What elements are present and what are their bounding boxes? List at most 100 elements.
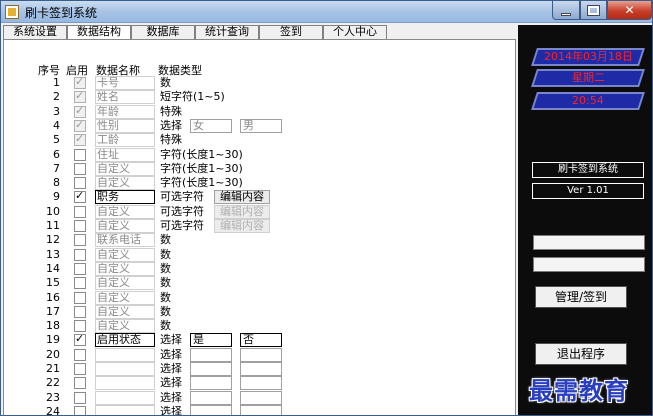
version-label: Ver 1.01 xyxy=(532,183,644,199)
option-1-input[interactable]: 女 xyxy=(190,118,232,133)
field-name-input[interactable]: 自定义 xyxy=(95,261,155,276)
field-row: 23 选择 xyxy=(4,390,514,405)
enable-checkbox xyxy=(74,104,86,118)
enable-checkbox[interactable] xyxy=(74,305,86,318)
field-name-input[interactable]: 姓名 xyxy=(95,90,155,105)
field-name-input[interactable]: 联系电话 xyxy=(95,233,155,248)
enable-checkbox[interactable] xyxy=(74,234,86,247)
field-name-input[interactable]: 职务 xyxy=(95,190,155,205)
field-type-label: 选择 xyxy=(160,404,182,416)
enable-checkbox[interactable] xyxy=(74,291,86,304)
enable-checkbox[interactable] xyxy=(74,405,86,415)
row-number: 23 xyxy=(46,390,60,404)
close-button[interactable]: ✕ xyxy=(607,1,652,20)
field-name-input[interactable]: 自定义 xyxy=(95,176,155,191)
enable-checkbox[interactable] xyxy=(74,148,86,161)
enable-checkbox[interactable] xyxy=(74,363,86,375)
manage-sign-in-button[interactable]: 管理/签到 xyxy=(535,286,627,308)
enable-checkbox[interactable] xyxy=(74,248,86,261)
exit-button[interactable]: 退出程序 xyxy=(535,343,627,365)
enable-checkbox[interactable] xyxy=(74,320,86,333)
field-name-input[interactable]: 启用状态 xyxy=(95,333,155,348)
field-name-input[interactable]: 自定义 xyxy=(95,219,155,233)
enable-checkbox[interactable] xyxy=(74,205,86,218)
option-2-input[interactable] xyxy=(240,376,282,391)
field-type-label: 数 xyxy=(160,290,171,304)
option-2-input[interactable] xyxy=(240,404,282,415)
enable-checkbox[interactable] xyxy=(74,162,86,175)
option-1-input[interactable] xyxy=(190,347,232,362)
date-display: 2014年03月18日 xyxy=(531,48,645,66)
field-name-input[interactable]: 自定义 xyxy=(95,276,155,291)
field-name-input[interactable]: 自定义 xyxy=(95,290,155,305)
field-name-input[interactable]: 自定义 xyxy=(95,204,155,219)
field-type-label: 字符(长度1~30) xyxy=(160,161,243,175)
field-name-input[interactable] xyxy=(95,390,155,405)
title-bar[interactable]: 刷卡签到系统 ✕ xyxy=(1,1,652,23)
tab-data-structure[interactable]: 数据结构 xyxy=(67,25,131,39)
enable-checkbox[interactable] xyxy=(74,348,86,361)
card-input[interactable] xyxy=(533,235,645,250)
option-1-input[interactable] xyxy=(190,376,232,391)
password-input[interactable] xyxy=(533,257,645,272)
enable-checkbox[interactable] xyxy=(74,332,86,347)
field-name-input[interactable]: 住址 xyxy=(95,147,155,162)
enable-checkbox[interactable] xyxy=(74,262,86,275)
option-2-input[interactable]: 男 xyxy=(240,118,282,133)
enable-checkbox xyxy=(74,132,86,147)
option-2-input[interactable] xyxy=(240,347,282,362)
edit-content-button[interactable]: 编辑内容 xyxy=(214,219,270,233)
row-number: 8 xyxy=(53,176,60,190)
field-name-input[interactable]: 性别 xyxy=(95,118,155,133)
enable-checkbox[interactable] xyxy=(74,277,86,290)
row-number: 5 xyxy=(53,133,60,147)
option-1-input[interactable] xyxy=(190,404,232,415)
option-1-input[interactable] xyxy=(190,390,232,405)
field-name-input[interactable]: 自定义 xyxy=(95,304,155,319)
tab-statistics[interactable]: 统计查询 xyxy=(195,25,259,39)
option-1-input[interactable]: 是 xyxy=(190,333,232,348)
field-type-label: 特殊 xyxy=(160,133,182,147)
tab-system-settings[interactable]: 系统设置 xyxy=(3,25,67,39)
edit-content-button[interactable]: 编辑内容 xyxy=(214,204,270,219)
tab-sign-in[interactable]: 签到 xyxy=(259,25,323,39)
enable-checkbox[interactable] xyxy=(74,189,86,204)
field-name-input[interactable] xyxy=(95,347,155,362)
maximize-button[interactable] xyxy=(580,1,607,20)
row-number: 14 xyxy=(46,261,60,275)
field-name-input[interactable]: 自定义 xyxy=(95,247,155,262)
field-name-input[interactable]: 自定义 xyxy=(95,319,155,334)
field-row: 4 性别选择女男 xyxy=(4,118,514,133)
field-type-label: 数 xyxy=(160,261,171,275)
tab-database[interactable]: 数据库 xyxy=(131,25,195,39)
option-2-input[interactable] xyxy=(240,390,282,405)
enable-checkbox xyxy=(74,118,86,132)
app-name-label: 刷卡签到系统 xyxy=(532,162,644,178)
edit-content-button[interactable]: 编辑内容 xyxy=(214,190,270,205)
enable-checkbox[interactable] xyxy=(74,177,86,190)
field-name-input[interactable]: 年龄 xyxy=(95,104,155,119)
field-name-input[interactable]: 卡号 xyxy=(95,76,155,90)
option-1-input[interactable] xyxy=(190,362,232,376)
enable-checkbox[interactable] xyxy=(74,377,86,390)
field-name-input[interactable] xyxy=(95,376,155,391)
field-name-input[interactable] xyxy=(95,362,155,376)
enable-checkbox[interactable] xyxy=(74,220,86,232)
minimize-icon xyxy=(561,12,571,16)
row-number: 17 xyxy=(46,304,60,318)
field-type-label: 数 xyxy=(160,276,171,290)
field-row: 14 自定义数 xyxy=(4,261,514,276)
row-number: 6 xyxy=(53,147,60,161)
field-type-label: 选择 xyxy=(160,118,182,132)
row-number: 9 xyxy=(53,190,60,204)
option-2-input[interactable] xyxy=(240,362,282,376)
field-type-label: 选择 xyxy=(160,347,182,361)
enable-checkbox[interactable] xyxy=(74,391,86,404)
field-name-input[interactable]: 工龄 xyxy=(95,133,155,148)
field-name-input[interactable]: 自定义 xyxy=(95,161,155,176)
field-name-input[interactable] xyxy=(95,404,155,415)
minimize-button[interactable] xyxy=(552,1,580,20)
field-row: 5 工龄特殊 xyxy=(4,132,514,148)
option-2-input[interactable]: 否 xyxy=(240,333,282,348)
tab-personal-center[interactable]: 个人中心 xyxy=(323,25,387,39)
